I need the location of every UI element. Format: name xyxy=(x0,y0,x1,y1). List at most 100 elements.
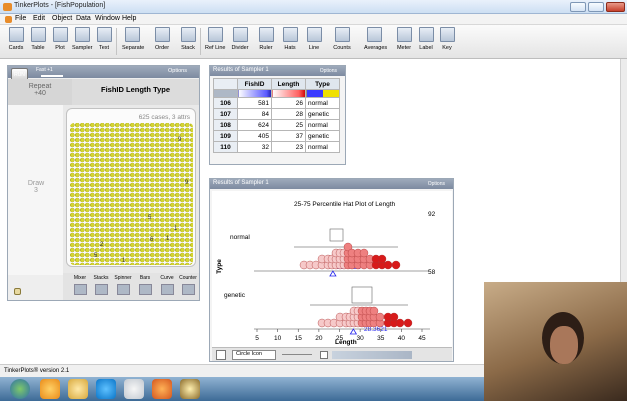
genetic-dot[interactable] xyxy=(395,318,405,328)
minimize-button[interactable] xyxy=(570,2,586,12)
play-icon[interactable] xyxy=(320,351,328,359)
ref-line-button[interactable]: Ref Line xyxy=(205,27,226,51)
label-button[interactable]: Label xyxy=(416,27,436,51)
normal-dot[interactable] xyxy=(377,254,387,264)
hats-button[interactable]: Hats xyxy=(280,27,300,51)
bars-icon xyxy=(138,284,152,295)
meter-icon xyxy=(396,27,412,42)
spinner-device-button[interactable]: Spinner xyxy=(112,275,134,295)
type-color-key xyxy=(305,89,340,98)
draw-label: Draw xyxy=(27,180,45,187)
hats-icon xyxy=(282,27,298,42)
menu-help[interactable]: Help xyxy=(122,15,136,22)
meter-button[interactable]: Meter xyxy=(394,27,414,51)
mixer-container[interactable]: 625 cases, 3 attrs 9 9 5 1 1 6 2 5 1 xyxy=(66,108,196,267)
column-header-fishid[interactable]: FishID xyxy=(237,78,272,90)
table-row[interactable]: 108 624 25 normal xyxy=(213,119,340,131)
close-button[interactable] xyxy=(606,2,625,12)
draw-control[interactable]: Draw 3 xyxy=(8,105,64,275)
zoom-icon[interactable] xyxy=(216,350,226,360)
sampler-options-button[interactable]: Options xyxy=(168,68,187,74)
averages-button[interactable]: Averages xyxy=(364,27,387,51)
counts-icon xyxy=(334,27,350,42)
folder-icon[interactable] xyxy=(68,379,88,399)
repeat-value[interactable]: +40 xyxy=(8,90,72,97)
ball-label: 2 xyxy=(100,242,104,248)
webcam-face xyxy=(550,326,578,364)
menu-app-icon[interactable] xyxy=(5,16,12,23)
sampler-header[interactable]: RUN Fast +1 Options xyxy=(8,66,199,82)
browser-icon[interactable] xyxy=(40,379,60,399)
x-tick-label: 40 xyxy=(398,335,406,342)
cases-count: 625 cases, 3 attrs xyxy=(138,114,190,121)
repeat-control[interactable]: Repeat +40 xyxy=(8,79,72,105)
menu-data[interactable]: Data xyxy=(76,15,91,22)
hat-plot[interactable]: 25-75 Percentile Hat Plot of Length 92 5… xyxy=(212,191,452,347)
column-header-type[interactable]: Type xyxy=(305,78,340,90)
counts-button[interactable]: Counts xyxy=(332,27,352,51)
order-button[interactable]: Order xyxy=(152,27,172,51)
results-plot-header[interactable]: Results of Sampler 1 Options xyxy=(210,179,453,189)
tinkerplots-taskbar-icon[interactable] xyxy=(180,379,200,399)
table-options-button[interactable]: Options xyxy=(320,68,337,74)
menu-file[interactable]: File xyxy=(15,15,26,22)
speed-slider[interactable] xyxy=(41,75,63,77)
firefox-icon[interactable] xyxy=(152,379,172,399)
table-row[interactable]: 106 581 26 normal xyxy=(213,97,340,109)
plot-tool-icons[interactable] xyxy=(332,351,412,359)
divider-icon xyxy=(232,27,248,42)
start-button[interactable] xyxy=(10,379,30,399)
separate-button[interactable]: Separate xyxy=(122,27,144,51)
ref-line-icon xyxy=(207,27,223,42)
stack-button[interactable]: Stack xyxy=(178,27,198,51)
table-row[interactable]: 107 84 28 genetic xyxy=(213,108,340,120)
draw-value[interactable]: 3 xyxy=(8,187,64,194)
genetic-dot[interactable] xyxy=(403,318,413,328)
x-tick-label: 45 xyxy=(418,335,426,342)
results-table-header[interactable]: Results of Sampler 1 Options xyxy=(210,66,345,76)
menu-edit[interactable]: Edit xyxy=(33,15,45,22)
mixer-balls[interactable]: 9 9 5 1 1 6 2 5 1 xyxy=(70,123,193,265)
normal-dot[interactable] xyxy=(359,248,369,258)
icon-size-slider[interactable] xyxy=(282,354,312,355)
sampler-window[interactable]: RUN Fast +1 Options Repeat +40 FishID Le… xyxy=(7,65,200,301)
menu-object[interactable]: Object xyxy=(52,15,72,22)
results-plot-window[interactable]: Results of Sampler 1 Options 25-75 Percen… xyxy=(209,178,454,362)
results-table-window[interactable]: Results of Sampler 1 Options FishID Lengt… xyxy=(209,65,346,165)
mixer-device-button[interactable]: Mixer xyxy=(69,275,91,295)
menu-window[interactable]: Window xyxy=(95,15,120,22)
table-button[interactable]: Table xyxy=(28,27,48,51)
x-tick-label: 15 xyxy=(295,335,303,342)
ruler-button[interactable]: Ruler xyxy=(256,27,276,51)
normal-dot[interactable] xyxy=(383,260,393,270)
stacks-icon xyxy=(94,284,108,295)
curve-device-button[interactable]: Curve xyxy=(156,275,178,295)
genetic-dot[interactable] xyxy=(389,312,399,322)
stacks-device-button[interactable]: Stacks xyxy=(90,275,112,295)
sampler-column-header[interactable]: FishID Length Type xyxy=(72,79,199,105)
bars-device-button[interactable]: Bars xyxy=(134,275,156,295)
text-button[interactable]: Text xyxy=(94,27,114,51)
lock-icon[interactable] xyxy=(14,288,21,295)
results-table[interactable]: FishID Length Type 106 581 26 normal 107 84 2… xyxy=(213,78,340,153)
normal-dot[interactable] xyxy=(391,260,401,270)
icon-type-select[interactable]: Circle Icon xyxy=(232,350,276,360)
plot-button[interactable]: Plot xyxy=(50,27,70,51)
key-button[interactable]: Key xyxy=(437,27,457,51)
maximize-button[interactable] xyxy=(588,2,604,12)
cards-button[interactable]: Cards xyxy=(6,27,26,51)
mixer-device[interactable]: 625 cases, 3 attrs 9 9 5 1 1 6 2 5 1 xyxy=(63,105,199,273)
notepad-icon[interactable] xyxy=(124,379,144,399)
line-button[interactable]: Line xyxy=(304,27,324,51)
table-icon xyxy=(30,27,46,42)
counter-device-button[interactable]: Counter xyxy=(177,275,199,295)
table-row[interactable]: 110 32 23 normal xyxy=(213,141,340,153)
plot-options-button[interactable]: Options xyxy=(428,181,445,187)
sampler-button[interactable]: Sampler xyxy=(72,27,92,51)
genetic-dot[interactable] xyxy=(369,306,379,316)
column-header-length[interactable]: Length xyxy=(271,78,306,90)
table-row[interactable]: 109 405 37 genetic xyxy=(213,130,340,142)
skype-icon[interactable] xyxy=(96,379,116,399)
divider-button[interactable]: Divider xyxy=(230,27,250,51)
genetic-dot[interactable] xyxy=(375,312,385,322)
